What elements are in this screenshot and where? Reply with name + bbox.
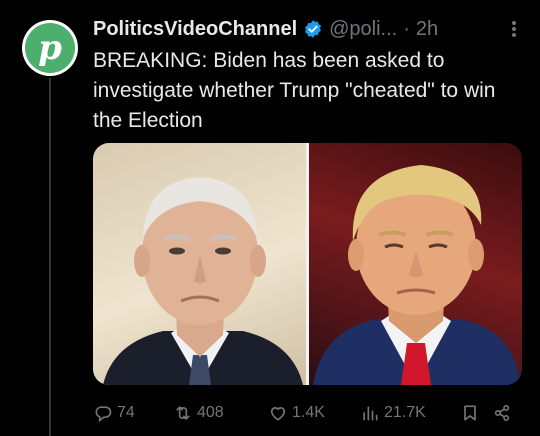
share-button[interactable]: [492, 403, 516, 423]
bookmark-icon: [464, 405, 476, 421]
like-button[interactable]: 1.4K: [268, 403, 360, 423]
post-header: PoliticsVideoChannel @poli... · 2h: [93, 14, 530, 44]
photo-left[interactable]: [93, 143, 306, 385]
action-bar: 74 408 1.4K 21.7K: [93, 398, 530, 428]
portrait-right-illustration: [312, 165, 521, 385]
repost-button[interactable]: 408: [173, 403, 268, 423]
more-vertical-icon[interactable]: [504, 18, 524, 40]
handle[interactable]: @poli...: [329, 18, 397, 41]
portrait-left-illustration: [103, 177, 303, 385]
post-text: BREAKING: Biden has been asked to invest…: [93, 49, 496, 132]
repost-count: 408: [197, 404, 224, 421]
post-media[interactable]: [93, 143, 522, 385]
avatar-logo: p: [25, 23, 75, 73]
timestamp[interactable]: 2h: [416, 18, 438, 41]
share-icon: [494, 405, 510, 421]
view-count: 21.7K: [384, 404, 426, 421]
like-count: 1.4K: [292, 404, 325, 421]
bookmark-button[interactable]: [460, 403, 492, 423]
display-name[interactable]: PoliticsVideoChannel: [93, 18, 297, 41]
reply-button[interactable]: 74: [93, 403, 173, 423]
photo-right[interactable]: [308, 143, 522, 385]
thread-line: [49, 78, 51, 436]
views-bar-chart-icon: [363, 406, 378, 421]
heart-icon: [270, 407, 286, 421]
views-button[interactable]: 21.7K: [360, 403, 460, 423]
separator-dot: ·: [403, 17, 410, 40]
verified-badge-icon: [305, 20, 322, 38]
reply-icon: [95, 406, 112, 423]
repost-icon: [176, 406, 190, 420]
avatar[interactable]: p: [22, 20, 78, 76]
reply-count: 74: [117, 404, 135, 421]
